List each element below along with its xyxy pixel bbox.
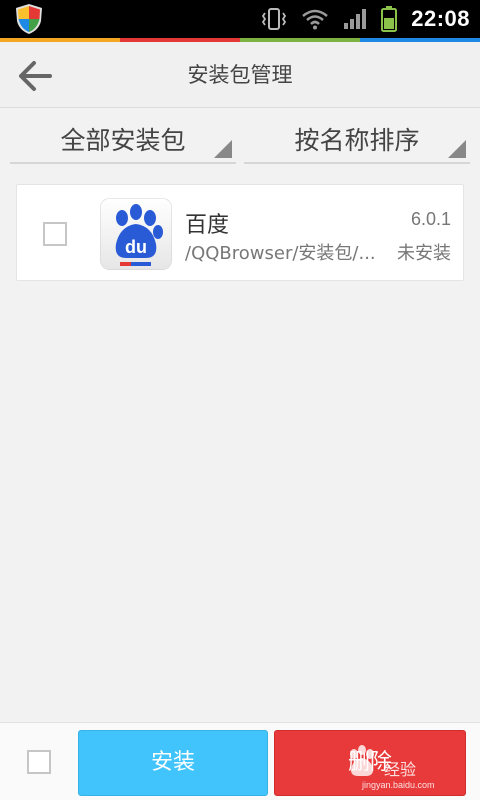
package-path: /QQBrowser/安装包/...	[185, 243, 376, 264]
package-list: du 百度 6.0.1 /QQBrowser/安装包/... 未安装	[16, 184, 464, 281]
baidu-paw-icon: du	[100, 198, 172, 270]
status-icons: 22:08	[261, 0, 470, 38]
category-filter-dropdown[interactable]: 全部安装包	[10, 118, 236, 164]
package-name: 百度	[185, 213, 230, 238]
category-filter-label: 全部安装包	[60, 126, 186, 155]
package-checkbox[interactable]	[43, 222, 67, 246]
svg-text:du: du	[125, 237, 147, 257]
page-title: 安装包管理	[187, 63, 293, 87]
dropdown-corner-icon	[448, 140, 466, 158]
header: 安装包管理	[0, 42, 480, 108]
vibrate-icon	[262, 8, 287, 30]
clock: 22:08	[411, 6, 470, 31]
battery-icon	[381, 6, 398, 32]
status-bar: 22:08	[0, 0, 480, 38]
bottom-action-bar: 安装 删除	[0, 722, 480, 800]
package-status: 未安装	[397, 243, 451, 264]
signal-icon	[344, 9, 367, 29]
wifi-icon	[302, 9, 329, 30]
sort-filter-label: 按名称排序	[294, 126, 420, 155]
package-version: 6.0.1	[410, 209, 451, 229]
list-item[interactable]: du 百度 6.0.1 /QQBrowser/安装包/... 未安装	[16, 184, 464, 281]
install-button[interactable]: 安装	[78, 730, 268, 796]
delete-button[interactable]: 删除	[274, 730, 466, 796]
arrow-left-icon[interactable]	[14, 54, 58, 98]
select-all-checkbox[interactable]	[27, 750, 51, 774]
filter-row: 全部安装包 按名称排序	[10, 118, 470, 164]
sort-filter-dropdown[interactable]: 按名称排序	[244, 118, 470, 164]
shield-icon	[16, 4, 42, 34]
dropdown-corner-icon	[214, 140, 232, 158]
